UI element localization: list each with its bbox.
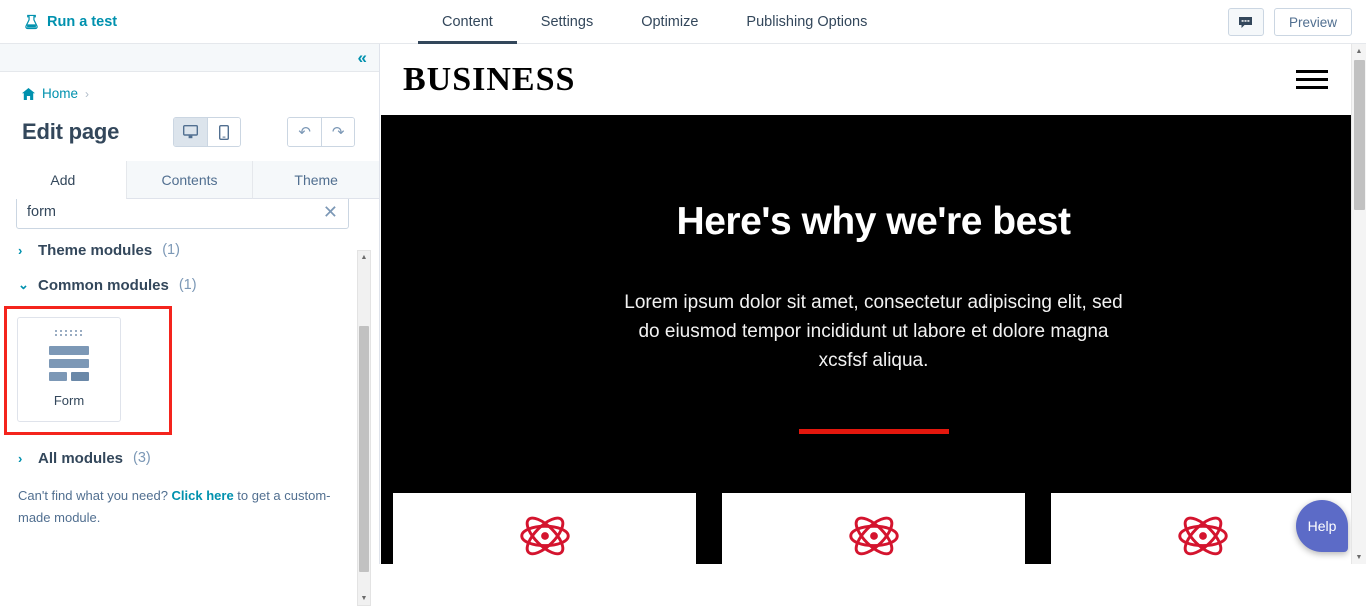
home-icon [22,87,35,100]
tree-common-modules[interactable]: ⌄ Common modules (1) [0,270,379,300]
undo-button[interactable]: ↶ [288,118,322,146]
module-card-label: Form [53,393,85,408]
clear-search-icon[interactable]: ✕ [323,203,338,221]
sidebar-scroll-thumb[interactable] [359,326,369,572]
editor-sidebar: « Home › Edit page ↶ ↷ Add Contents Them… [0,44,380,606]
site-logo[interactable]: BUSINESS [403,61,575,99]
mobile-view-button[interactable] [207,118,241,146]
tree-common-modules-label: Common modules [38,276,169,294]
comment-button[interactable] [1227,8,1264,36]
flask-icon [25,14,38,29]
sidebar-scrollbar[interactable]: ▲ ▼ [357,250,371,606]
scroll-up-icon[interactable]: ▲ [1352,44,1366,58]
tab-optimize[interactable]: Optimize [617,0,722,44]
chevron-down-icon: ⌄ [18,277,29,292]
tree-theme-modules[interactable]: › Theme modules (1) [0,235,379,265]
custom-module-hint: Can't find what you need? Click here to … [18,485,345,529]
run-a-test-label: Run a test [47,13,118,30]
preview-label: Preview [1288,14,1337,30]
highlighted-module-group: Form [4,306,172,435]
custom-module-link[interactable]: Click here [172,488,234,503]
page-title: Edit page [22,119,120,144]
feature-card-row [381,493,1366,564]
sidebar-tab-theme[interactable]: Theme [252,161,380,199]
mobile-icon [219,124,230,140]
breadcrumb: Home › [0,72,379,101]
collapse-sidebar-icon[interactable]: « [358,49,367,66]
history-group: ↶ ↷ [287,117,356,147]
hamburger-menu-icon[interactable] [1296,70,1328,89]
module-card-form[interactable]: Form [17,317,121,422]
main-tab-bar: Content Settings Optimize Publishing Opt… [418,0,891,44]
scroll-up-icon[interactable]: ▲ [358,251,370,264]
sidebar-tab-contents[interactable]: Contents [125,161,253,199]
tab-content[interactable]: Content [418,0,517,44]
tree-theme-modules-count: (1) [162,242,180,258]
device-toggle-group [173,117,242,147]
edit-page-toolbar: Edit page ↶ ↷ [0,101,379,155]
form-module-icon [49,346,89,381]
tree-theme-modules-label: Theme modules [38,241,153,259]
drag-handle-icon[interactable] [55,330,83,336]
scroll-down-icon[interactable]: ▼ [358,592,370,605]
preview-button[interactable]: Preview [1273,8,1352,36]
atom-icon [519,516,570,556]
hero-red-divider [798,429,949,434]
tree-all-modules-count: (3) [133,450,151,466]
breadcrumb-separator: › [85,86,90,101]
search-input[interactable] [27,204,323,220]
feature-card[interactable] [722,493,1025,564]
feature-card[interactable] [393,493,696,564]
sidebar-tab-bar: Add Contents Theme [0,161,380,199]
site-header: BUSINESS [381,44,1366,115]
add-module-panel: ✕ › Theme modules (1) ⌄ Common modules (… [0,199,379,561]
tree-common-modules-count: (1) [178,277,197,293]
comment-bubble-icon [1239,16,1253,28]
atom-icon [1177,516,1228,556]
module-search-field[interactable]: ✕ [16,199,349,229]
sidebar-collapse-bar: « [0,44,379,72]
tab-settings[interactable]: Settings [517,0,617,44]
hint-prefix: Can't find what you need? [18,488,172,503]
desktop-icon [183,125,199,139]
scroll-down-icon[interactable]: ▼ [1352,550,1366,564]
atom-icon [848,516,899,556]
hero-section: Here's why we're best Lorem ipsum dolor … [381,115,1366,493]
tree-all-modules[interactable]: › All modules (3) [0,443,379,473]
tree-all-modules-label: All modules [38,449,124,467]
tab-publishing-options[interactable]: Publishing Options [722,0,891,44]
top-right-actions: Preview [1227,8,1352,36]
page-preview-canvas: BUSINESS Here's why we're best Lorem ips… [381,44,1366,564]
hero-body-text: Lorem ipsum dolor sit amet, consectetur … [624,292,1123,371]
desktop-view-button[interactable] [174,118,208,146]
breadcrumb-home-link[interactable]: Home [42,86,78,101]
page-scrollbar[interactable]: ▲ ▼ [1351,44,1366,564]
run-a-test-button[interactable]: Run a test [24,14,117,30]
hero-title: Here's why we're best [676,200,1071,243]
chevron-right-icon: › [18,450,23,466]
sidebar-tab-add[interactable]: Add [0,161,126,199]
redo-button[interactable]: ↷ [321,118,355,146]
chevron-right-icon: › [18,242,23,258]
help-button[interactable]: Help [1296,500,1348,552]
page-scroll-thumb[interactable] [1354,60,1365,210]
app-top-bar: Run a test Content Settings Optimize Pub… [0,0,1366,44]
